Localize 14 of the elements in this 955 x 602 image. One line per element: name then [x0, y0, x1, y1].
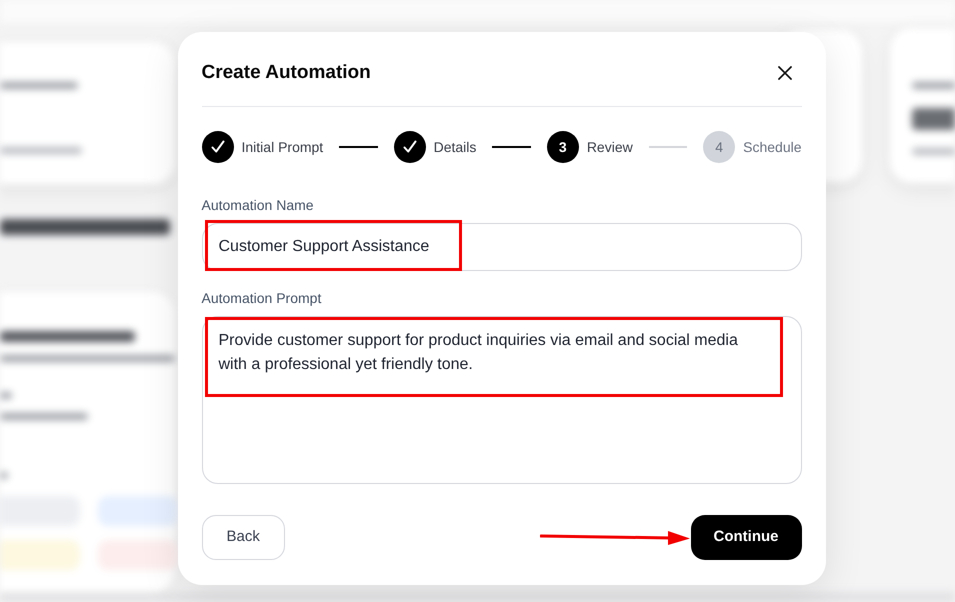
name-input[interactable]: Customer Support Assistance: [202, 223, 802, 271]
step-label: Review: [586, 138, 633, 156]
close-icon: [778, 66, 792, 80]
step-label: Details: [434, 138, 476, 156]
prompt-textarea[interactable]: Provide customer support for product inquiries via email and social media with a professional yet friendly tone.: [202, 316, 802, 484]
step-number: 3: [546, 131, 579, 163]
dialog-title: Create Automation: [202, 61, 371, 85]
back-button[interactable]: Back: [202, 515, 285, 560]
continue-button[interactable]: Continue: [690, 515, 802, 560]
step-label: Initial Prompt: [242, 138, 324, 157]
field-label: Automation Prompt: [202, 290, 322, 307]
step-label: Schedule: [743, 138, 802, 156]
step-number: 4: [703, 131, 736, 163]
field-label: Automation Name: [202, 197, 315, 214]
